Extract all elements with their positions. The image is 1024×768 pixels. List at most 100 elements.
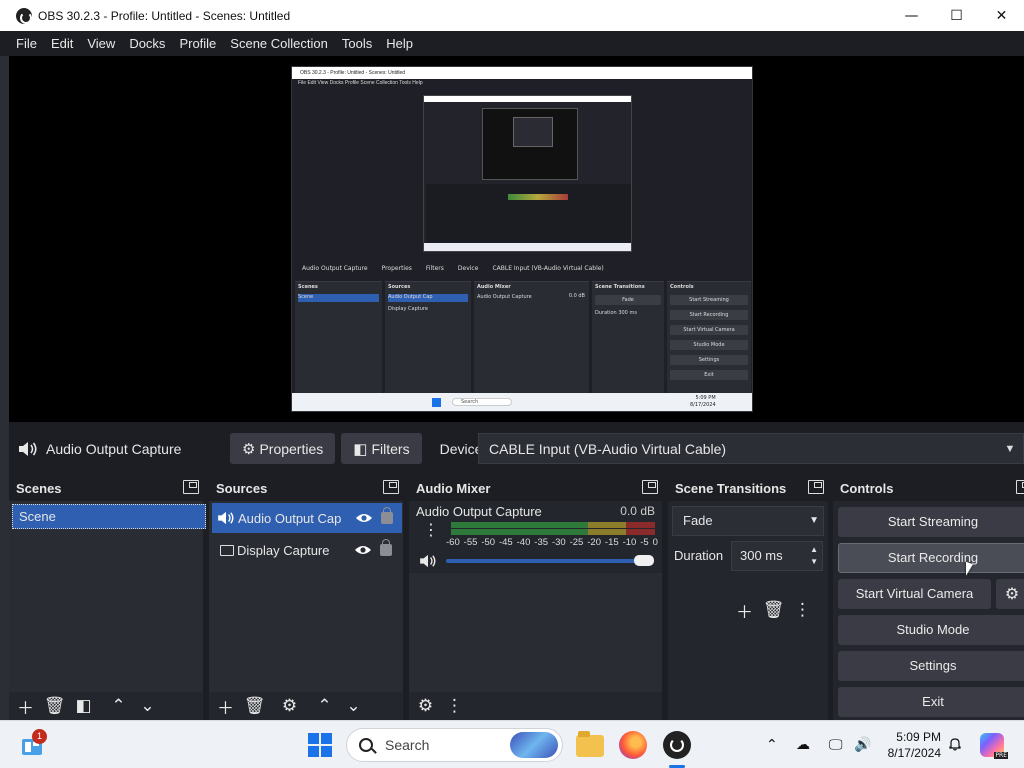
trash-icon[interactable]: 🗑: [240, 694, 269, 718]
duration-label: Duration: [674, 548, 724, 563]
properties-button[interactable]: ⚙ Properties: [230, 433, 336, 464]
meter-tick-label: -10: [622, 537, 637, 548]
add-icon[interactable]: ＋: [730, 598, 759, 623]
chevron-down-icon[interactable]: ▼: [810, 557, 818, 567]
copilot-icon[interactable]: PRE: [980, 733, 1008, 759]
undock-icon[interactable]: [383, 480, 399, 494]
trash-icon[interactable]: 🗑: [759, 598, 788, 622]
volume-icon[interactable]: 🔊: [854, 737, 871, 753]
transitions-title: Scene Transitions: [675, 480, 787, 496]
kebab-menu-icon[interactable]: ⋮: [423, 522, 439, 538]
preview-mixer-db: 0.0 dB: [568, 293, 585, 299]
menu-bar: File Edit View Docks Profile Scene Colle…: [0, 31, 1024, 56]
menu-help[interactable]: Help: [379, 36, 420, 51]
bell-icon[interactable]: [948, 737, 962, 751]
start-virtual-camera-button[interactable]: Start Virtual Camera: [838, 579, 991, 609]
program-preview[interactable]: OBS 30.2.3 - Profile: Untitled - Scenes:…: [291, 66, 753, 412]
undock-icon[interactable]: [642, 480, 658, 494]
menu-view[interactable]: View: [80, 36, 122, 51]
preview-clock: 5:09 PM 8/17/2024: [690, 395, 716, 409]
preview-mixer-dock: Audio Mixer Audio Output Capture 0.0 dB: [474, 281, 589, 395]
device-select[interactable]: CABLE Input (VB-Audio Virtual Cable) ▼: [478, 433, 1024, 464]
menu-profile[interactable]: Profile: [172, 36, 223, 51]
chevron-up-icon[interactable]: ▲: [810, 545, 818, 555]
kebab-menu-icon[interactable]: ⋮: [788, 598, 817, 622]
meter-tick-label: -25: [569, 537, 584, 548]
lock-icon[interactable]: [380, 539, 392, 556]
preview-btn-exit: Exit: [670, 370, 748, 380]
windows-start-icon[interactable]: [308, 733, 332, 757]
cloud-offline-icon[interactable]: ☁: [796, 737, 810, 753]
start-streaming-button[interactable]: Start Streaming: [838, 507, 1024, 537]
start-recording-button[interactable]: Start Recording: [838, 543, 1024, 573]
menu-edit[interactable]: Edit: [44, 36, 80, 51]
undock-icon[interactable]: [183, 480, 199, 494]
eye-icon[interactable]: [355, 512, 373, 524]
source-row-display-capture[interactable]: Display Capture: [212, 535, 402, 565]
speaker-icon[interactable]: [419, 554, 437, 568]
chevron-up-icon[interactable]: ⌃: [310, 694, 339, 718]
preview-duration-row: Duration 300 ms: [595, 310, 661, 316]
volume-slider-handle[interactable]: [634, 555, 654, 566]
lock-icon[interactable]: [381, 507, 393, 524]
source-row-audio-output[interactable]: Audio Output Cap: [212, 503, 402, 533]
nested-taskbar: [424, 243, 631, 251]
sources-header: Sources: [209, 475, 403, 501]
gear-icon[interactable]: ⚙: [275, 694, 304, 718]
controls-title: Controls: [840, 480, 894, 496]
advanced-audio-gear-icon[interactable]: ⚙: [411, 694, 440, 718]
volume-slider-track[interactable]: [446, 559, 652, 563]
scenes-header: Scenes: [9, 475, 203, 501]
taskbar-search[interactable]: Search: [346, 728, 563, 762]
sources-footer: ＋ 🗑 ⚙ ⌃ ⌄: [209, 692, 403, 720]
nested-titlebar: [424, 96, 631, 102]
firefox-icon[interactable]: [619, 731, 647, 759]
nested-preview: [482, 108, 578, 180]
menu-docks[interactable]: Docks: [122, 36, 172, 51]
undock-icon[interactable]: [808, 480, 824, 494]
filters-icon: ◧: [353, 440, 368, 458]
monitor-icon: [220, 544, 234, 556]
menu-file[interactable]: File: [9, 36, 44, 51]
file-explorer-icon[interactable]: [576, 731, 604, 757]
eye-icon[interactable]: [354, 544, 372, 556]
kebab-menu-icon[interactable]: ⋮: [440, 694, 469, 718]
obs-taskbar-icon[interactable]: [663, 731, 691, 759]
undock-icon[interactable]: [1016, 480, 1024, 494]
chevron-down-icon: ▼: [1004, 443, 1016, 455]
settings-button[interactable]: Settings: [838, 651, 1024, 681]
trash-icon[interactable]: 🗑: [40, 694, 69, 718]
preview-btn-settings: Settings: [670, 355, 748, 365]
virtual-camera-gear-icon[interactable]: ⚙: [996, 579, 1024, 609]
transition-select[interactable]: Fade ▼: [672, 506, 824, 536]
chevron-down-icon[interactable]: ⌄: [133, 694, 162, 718]
duration-spinbox[interactable]: 300 ms ▲ ▼: [731, 541, 823, 571]
preview-transitions-title: Scene Transitions: [595, 284, 645, 290]
chevron-up-icon[interactable]: ⌃: [104, 694, 133, 718]
taskbar-clock[interactable]: 5:09 PM 8/17/2024: [883, 729, 941, 761]
menu-tools[interactable]: Tools: [335, 36, 379, 51]
add-icon[interactable]: ＋: [211, 694, 240, 719]
maximize-button[interactable]: ☐: [934, 0, 979, 31]
scene-item[interactable]: Scene: [12, 504, 206, 529]
device-label: Device: [439, 440, 483, 457]
filters-icon[interactable]: ◧: [69, 694, 98, 718]
meter-tick-label: -40: [516, 537, 531, 548]
close-button[interactable]: ✕: [979, 0, 1024, 31]
studio-mode-button[interactable]: Studio Mode: [838, 615, 1024, 645]
meter-tick-label: -60: [446, 537, 460, 548]
exit-button[interactable]: Exit: [838, 687, 1024, 717]
chevron-up-icon[interactable]: ⌃: [766, 737, 778, 753]
filters-button[interactable]: ◧ Filters: [341, 433, 422, 464]
menu-scene-collection[interactable]: Scene Collection: [223, 36, 335, 51]
meter-tick-label: -30: [551, 537, 566, 548]
meter-zone: [587, 529, 627, 535]
chevron-down-icon[interactable]: ⌄: [339, 694, 368, 718]
preview-taskbar: Search 5:09 PM 8/17/2024: [292, 393, 752, 411]
add-icon[interactable]: ＋: [11, 694, 40, 719]
preview-source-name: Audio Output Capture: [302, 265, 368, 272]
network-icon[interactable]: 🖵: [829, 737, 843, 753]
minimize-button[interactable]: —: [889, 0, 934, 31]
preview-device-label: Device: [457, 265, 479, 272]
transition-buttons: ＋ 🗑 ⋮: [730, 598, 817, 623]
